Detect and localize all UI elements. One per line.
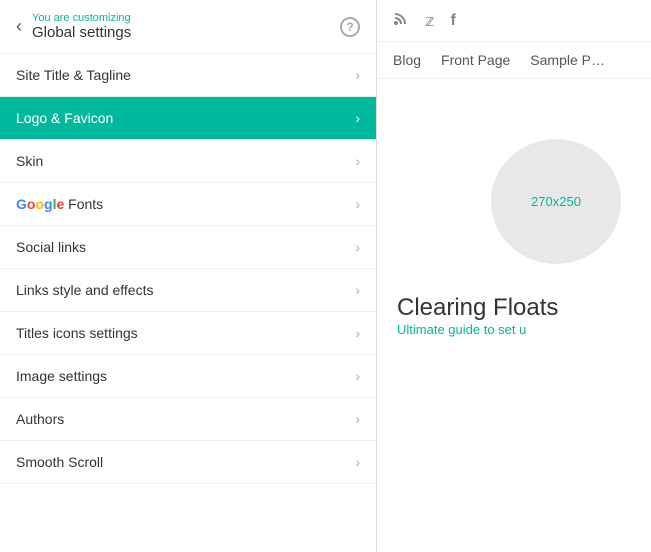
chevron-icon: › xyxy=(355,325,360,341)
chevron-icon: › xyxy=(355,368,360,384)
menu-item-site-title[interactable]: Site Title & Tagline › xyxy=(0,54,376,97)
chevron-icon: › xyxy=(355,239,360,255)
google-o1: o xyxy=(27,196,36,212)
menu-item-skin[interactable]: Skin › xyxy=(0,140,376,183)
menu-item-label: G o o g l e Fonts xyxy=(16,196,103,212)
chevron-icon: › xyxy=(355,282,360,298)
menu-item-label: Social links xyxy=(16,239,86,255)
placeholder-text: 270x250 xyxy=(531,194,581,209)
menu-item-label: Logo & Favicon xyxy=(16,110,113,126)
global-settings-label: Global settings xyxy=(32,24,131,41)
chevron-icon: › xyxy=(355,67,360,83)
customizing-label: You are customizing xyxy=(32,12,131,24)
menu-item-links-style[interactable]: Links style and effects › xyxy=(0,269,376,312)
back-button[interactable]: ‹ xyxy=(16,16,22,37)
chevron-icon: › xyxy=(355,454,360,470)
menu-item-label: Authors xyxy=(16,411,64,427)
article-title: Clearing Floats xyxy=(397,294,558,322)
menu-item-authors[interactable]: Authors › xyxy=(0,398,376,441)
menu-item-label: Links style and effects xyxy=(16,282,153,298)
header-left: ‹ You are customizing Global settings xyxy=(16,12,131,41)
nav-sample-page[interactable]: Sample P… xyxy=(530,52,605,68)
menu-item-label: Image settings xyxy=(16,368,107,384)
menu-item-smooth-scroll[interactable]: Smooth Scroll › xyxy=(0,441,376,484)
rss-icon[interactable] xyxy=(393,10,409,31)
menu-item-image-settings[interactable]: Image settings › xyxy=(0,355,376,398)
chevron-icon: › xyxy=(355,196,360,212)
menu-item-google-fonts[interactable]: G o o g l e Fonts › xyxy=(0,183,376,226)
google-o2: o xyxy=(35,196,44,212)
nav-blog[interactable]: Blog xyxy=(393,52,421,68)
header-text: You are customizing Global settings xyxy=(32,12,131,41)
menu-list: Site Title & Tagline › Logo & Favicon › … xyxy=(0,54,376,552)
menu-item-logo-favicon[interactable]: Logo & Favicon › xyxy=(0,97,376,140)
facebook-icon[interactable]: f xyxy=(450,12,455,30)
twitter-icon[interactable]: 𝕫 xyxy=(425,11,434,31)
left-panel: ‹ You are customizing Global settings ? … xyxy=(0,0,377,552)
google-g: G xyxy=(16,196,27,212)
menu-item-label: Titles icons settings xyxy=(16,325,138,341)
right-nav: Blog Front Page Sample P… xyxy=(377,42,651,79)
header: ‹ You are customizing Global settings ? xyxy=(0,0,376,54)
google-rest: Fonts xyxy=(64,196,103,212)
chevron-icon: › xyxy=(355,411,360,427)
chevron-icon: › xyxy=(355,110,360,126)
right-panel: 𝕫 f Blog Front Page Sample P… 270x250 Cl… xyxy=(377,0,651,552)
article-subtitle: Ultimate guide to set u xyxy=(397,322,526,337)
google-e: e xyxy=(56,196,64,212)
chevron-icon: › xyxy=(355,153,360,169)
menu-item-social-links[interactable]: Social links › xyxy=(0,226,376,269)
google-g2: g xyxy=(44,196,53,212)
help-button[interactable]: ? xyxy=(340,17,360,37)
menu-item-label: Skin xyxy=(16,153,43,169)
right-content: 270x250 Clearing Floats Ultimate guide t… xyxy=(377,79,651,552)
right-top-bar: 𝕫 f xyxy=(377,0,651,42)
menu-item-titles-icons[interactable]: Titles icons settings › xyxy=(0,312,376,355)
menu-item-label: Site Title & Tagline xyxy=(16,67,131,83)
nav-front-page[interactable]: Front Page xyxy=(441,52,510,68)
placeholder-image: 270x250 xyxy=(491,139,621,264)
menu-item-label: Smooth Scroll xyxy=(16,454,103,470)
